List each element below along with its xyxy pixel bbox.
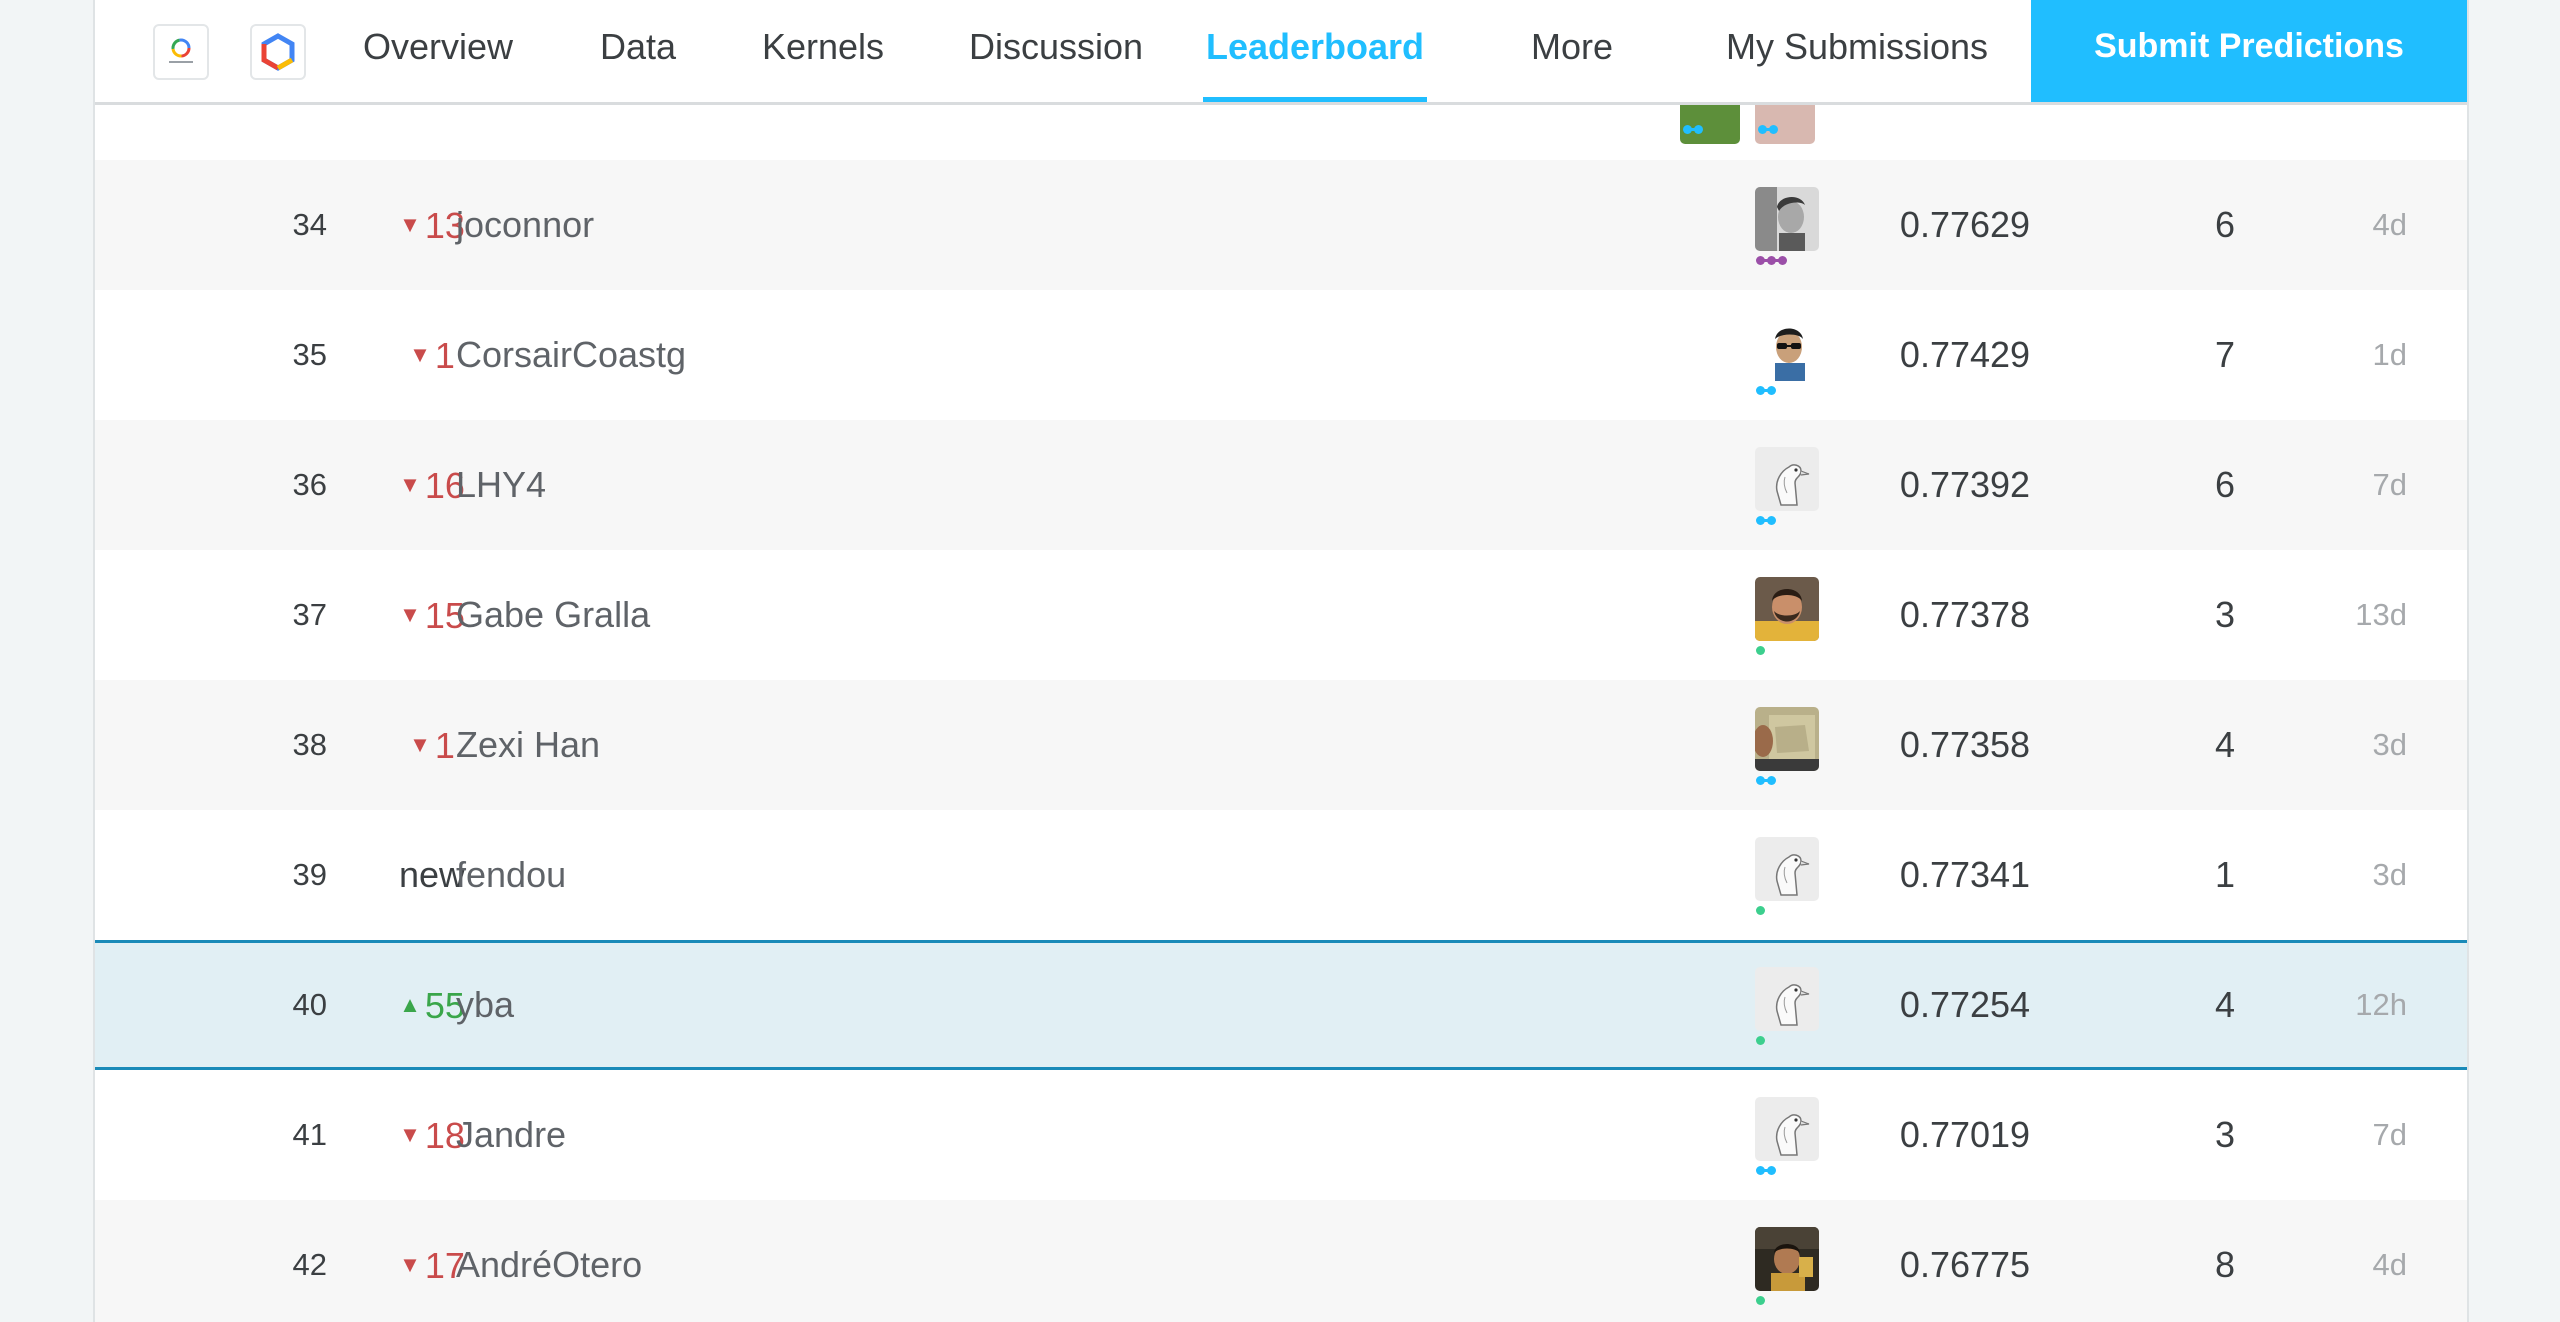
tier-dots [1683, 124, 1703, 134]
leaderboard-table: 34 ▼ 13 joconnor 0.77629 6 4d 35 ▼ 1 CorsairCoastg… [95, 30, 2467, 1322]
tab-kernels[interactable]: Kernels [753, 0, 893, 102]
rank: 34 [292, 207, 327, 242]
rank: 38 [292, 727, 327, 762]
tab-discussion[interactable]: Discussion [961, 0, 1151, 102]
entries-count: 6 [2214, 204, 2236, 245]
last-submission: 12h [2355, 987, 2407, 1022]
leaderboard-row[interactable]: 37 ▼ 15 Gabe Gralla 0.77378 3 13d [95, 550, 2467, 680]
google-cloud-hexagon-logo[interactable] [250, 24, 306, 80]
rank-down-arrow-icon: ▼ [409, 342, 431, 367]
hexagon-logo-icon [261, 33, 295, 71]
score: 0.77341 [1899, 854, 2031, 895]
team-name-link[interactable]: Gabe Gralla [456, 550, 650, 680]
score: 0.77019 [1899, 1114, 2031, 1155]
tier-dots [1756, 775, 1776, 785]
tier-dots [1756, 515, 1776, 525]
entries-count: 1 [2214, 854, 2236, 895]
team-name-link[interactable]: Jandre [456, 1070, 566, 1200]
rank: 41 [292, 1117, 327, 1152]
last-submission: 3d [2372, 727, 2407, 762]
competition-page: 34 ▼ 13 joconnor 0.77629 6 4d 35 ▼ 1 CorsairCoastg… [93, 0, 2469, 1322]
score: 0.77392 [1899, 464, 2031, 505]
tier-dots [1756, 645, 1765, 655]
team-name-link[interactable]: CorsairCoastg [456, 290, 686, 420]
rank-down-arrow-icon: ▼ [399, 1252, 421, 1277]
leaderboard-row[interactable]: 42 ▼ 17 AndréOtero 0.76775 8 4d [95, 1200, 2467, 1322]
rank: 39 [292, 857, 327, 892]
score: 0.77429 [1899, 334, 2031, 375]
rank-down-arrow-icon: ▼ [409, 732, 431, 757]
photo-man-beard-icon[interactable] [1755, 577, 1819, 641]
entries-count: 4 [2214, 984, 2236, 1025]
default-goose-icon[interactable] [1755, 837, 1819, 901]
last-submission: 4d [2372, 1247, 2407, 1282]
rank-up-arrow-icon: ▲ [399, 992, 421, 1017]
default-goose-icon[interactable] [1755, 1097, 1819, 1161]
tab-leaderboard[interactable]: Leaderboard [1203, 0, 1427, 102]
team-name-link[interactable]: LHY4 [456, 420, 546, 550]
submit-predictions-button[interactable]: Submit Predictions [2031, 0, 2467, 102]
score: 0.77378 [1899, 594, 2031, 635]
last-submission: 1d [2372, 337, 2407, 372]
leaderboard-row[interactable]: 39 new fendou 0.77341 1 3d [95, 810, 2467, 940]
score: 0.76775 [1899, 1244, 2031, 1285]
entries-count: 7 [2214, 334, 2236, 375]
rank: 36 [292, 467, 327, 502]
rank: 37 [292, 597, 327, 632]
tier-dots [1758, 124, 1778, 134]
last-submission: 3d [2372, 857, 2407, 892]
score: 0.77358 [1899, 724, 2031, 765]
competition-nav: Overview Data Kernels Discussion Leaderb… [95, 0, 2467, 105]
tab-my-submissions[interactable]: My Submissions [1709, 0, 2005, 102]
rank-down-arrow-icon: ▼ [399, 212, 421, 237]
last-submission: 7d [2372, 1117, 2407, 1152]
rank-change-value: 1 [434, 335, 455, 376]
rank: 40 [292, 987, 327, 1022]
rank-down-arrow-icon: ▼ [399, 1122, 421, 1147]
default-goose-icon[interactable] [1755, 447, 1819, 511]
leaderboard-row[interactable]: 41 ▼ 18 Jandre 0.77019 3 7d [95, 1070, 2467, 1200]
tier-dots [1756, 1295, 1765, 1305]
tab-overview[interactable]: Overview [358, 0, 518, 102]
leaderboard-row[interactable]: 36 ▼ 16 LHY4 0.77392 6 7d [95, 420, 2467, 550]
tier-dots [1756, 255, 1787, 265]
team-name-link[interactable]: Zexi Han [456, 680, 600, 810]
google-cloud-platform-logo[interactable] [153, 24, 209, 80]
tier-dots [1756, 905, 1765, 915]
entries-count: 8 [2214, 1244, 2236, 1285]
team-name-link[interactable]: joconnor [456, 160, 594, 290]
photo-man-glasses-icon[interactable] [1755, 317, 1819, 381]
entries-count: 3 [2214, 1114, 2236, 1155]
tab-data[interactable]: Data [593, 0, 683, 102]
rank-down-arrow-icon: ▼ [399, 472, 421, 497]
rank: 35 [292, 337, 327, 372]
entries-count: 4 [2214, 724, 2236, 765]
entries-count: 3 [2214, 594, 2236, 635]
score: 0.77254 [1899, 984, 2031, 1025]
entries-count: 6 [2214, 464, 2236, 505]
last-submission: 7d [2372, 467, 2407, 502]
leaderboard-row[interactable]: 38 ▼ 1 Zexi Han 0.77358 4 3d [95, 680, 2467, 810]
score: 0.77629 [1899, 204, 2031, 245]
leaderboard-row[interactable]: 34 ▼ 13 joconnor 0.77629 6 4d [95, 160, 2467, 290]
last-submission: 13d [2355, 597, 2407, 632]
photo-man-dark-icon[interactable] [1755, 1227, 1819, 1291]
tab-more[interactable]: More [1522, 0, 1622, 102]
team-name-link[interactable]: AndréOtero [456, 1200, 642, 1322]
photo-person-map-icon[interactable] [1755, 707, 1819, 771]
team-name-link[interactable]: fendou [456, 810, 566, 940]
rank: 42 [292, 1247, 327, 1282]
default-goose-icon[interactable] [1755, 967, 1819, 1031]
tier-dots [1756, 1165, 1776, 1175]
rank-down-arrow-icon: ▼ [399, 602, 421, 627]
team-name-link[interactable]: yba [456, 940, 514, 1070]
rank-change-value: 1 [434, 725, 455, 766]
tier-dots [1756, 385, 1776, 395]
tier-dots [1756, 1035, 1765, 1045]
leaderboard-row[interactable]: 35 ▼ 1 CorsairCoastg 0.77429 7 1d [95, 290, 2467, 420]
last-submission: 4d [2372, 207, 2407, 242]
leaderboard-row-current-user[interactable]: 40 ▲ 55 yba 0.77254 4 12h [95, 940, 2467, 1070]
photo-man-curly-hair-icon[interactable] [1755, 187, 1819, 251]
cloud-platform-logo-icon [169, 38, 193, 63]
